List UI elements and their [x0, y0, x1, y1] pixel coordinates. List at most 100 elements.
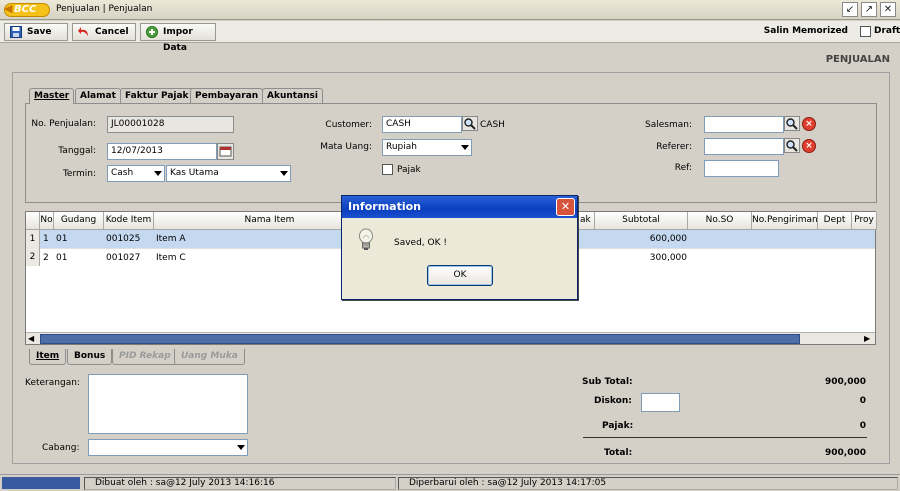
- referer-field[interactable]: [704, 138, 784, 155]
- cell-gudang: 01: [56, 253, 68, 263]
- cell-gudang: 01: [56, 234, 68, 244]
- scrollbar-thumb[interactable]: [40, 334, 800, 344]
- pajak-total-label: Pajak:: [602, 421, 634, 431]
- cell-subtotal: 600,000: [649, 234, 687, 244]
- window-title: Penjualan | Penjualan: [56, 4, 153, 14]
- mata-uang-select[interactable]: Rupiah: [382, 139, 472, 156]
- customer-label: Customer:: [325, 120, 372, 130]
- close-window-icon[interactable]: ✕: [880, 2, 896, 17]
- cabang-label: Cabang:: [42, 443, 80, 453]
- cell-nama-item: Item C: [156, 253, 186, 263]
- cell-nama-item: Item A: [156, 234, 186, 244]
- tab-alamat[interactable]: Alamat: [75, 88, 121, 103]
- logo-text: BCC: [14, 4, 37, 15]
- cell-subtotal: 300,000: [649, 253, 687, 263]
- cancel-label: Cancel: [95, 27, 129, 37]
- scroll-right-icon[interactable]: ▶: [864, 334, 870, 343]
- diskon-label: Diskon:: [594, 396, 632, 406]
- tab-akuntansi[interactable]: Akuntansi: [262, 88, 323, 103]
- diskon-field[interactable]: [641, 393, 680, 412]
- scroll-left-icon[interactable]: ◀: [28, 334, 34, 343]
- col-header-proyek[interactable]: Proy: [852, 212, 877, 230]
- col-header-gudang[interactable]: Gudang: [54, 212, 104, 230]
- subtotal-value: 900,000: [825, 377, 866, 387]
- referer-clear-icon[interactable]: ×: [802, 139, 816, 153]
- tab-pid-rekap: PID Rekap: [112, 349, 178, 365]
- col-header-partial[interactable]: ak: [579, 212, 595, 230]
- salesman-clear-icon[interactable]: ×: [802, 117, 816, 131]
- col-header-no-so[interactable]: No.SO: [688, 212, 752, 230]
- draft-label: Draft: [874, 26, 900, 36]
- calendar-icon[interactable]: [217, 143, 234, 160]
- tab-uang-muka-label: Uang Muka: [181, 351, 238, 361]
- tab-pid-rekap-label: PID Rekap: [119, 351, 171, 361]
- salesman-search-icon[interactable]: [784, 116, 800, 131]
- row-header[interactable]: 2: [26, 248, 40, 266]
- termin-label: Termin:: [62, 169, 96, 179]
- col-header-no-pengiriman[interactable]: No.Pengiriman: [752, 212, 818, 230]
- chevron-down-icon: [154, 171, 162, 176]
- referer-label: Referer:: [656, 142, 692, 152]
- cell-no: 1: [43, 234, 49, 244]
- restore-icon[interactable]: ↙: [842, 2, 858, 17]
- tab-pembayaran-label: Pembayaran: [195, 91, 259, 101]
- termin-select[interactable]: Cash: [107, 165, 165, 182]
- salesman-label: Salesman:: [645, 120, 692, 130]
- save-button[interactable]: Save: [4, 23, 68, 41]
- divider: [583, 437, 867, 438]
- tab-item[interactable]: Item: [29, 349, 67, 365]
- customer-field[interactable]: CASH: [382, 116, 462, 133]
- col-header-kode-item[interactable]: Kode Item: [104, 212, 154, 230]
- tab-master-label: Master: [34, 91, 70, 101]
- undo-icon: [78, 27, 88, 36]
- tab-faktur-pajak[interactable]: Faktur Pajak: [120, 88, 194, 103]
- salesman-field[interactable]: [704, 116, 784, 133]
- row-header[interactable]: 1: [26, 230, 40, 248]
- termin-value: Cash: [111, 168, 134, 178]
- col-header-subtotal[interactable]: Subtotal: [595, 212, 688, 230]
- dialog-close-icon[interactable]: ✕: [556, 198, 575, 216]
- tab-master[interactable]: Master: [29, 88, 75, 104]
- keterangan-textarea[interactable]: [88, 374, 248, 434]
- tanggal-label: Tanggal:: [58, 146, 96, 156]
- mata-uang-value: Rupiah: [386, 142, 417, 152]
- information-dialog: Information ✕ Saved, OK ! OK: [341, 195, 578, 300]
- tab-pembayaran[interactable]: Pembayaran: [190, 88, 264, 103]
- ok-button[interactable]: OK: [427, 265, 493, 286]
- horizontal-scrollbar[interactable]: ◀ ▶: [26, 332, 875, 344]
- tab-faktur-pajak-label: Faktur Pajak: [125, 91, 189, 101]
- referer-search-icon[interactable]: [784, 138, 800, 153]
- draft-checkbox[interactable]: [860, 26, 871, 37]
- maximize-icon[interactable]: ↗: [861, 2, 877, 17]
- tab-bonus[interactable]: Bonus: [67, 349, 113, 365]
- pajak-value: 0: [859, 421, 866, 431]
- salin-memorized-button[interactable]: Salin Memorized: [764, 26, 848, 36]
- cell-kode-item: 001027: [106, 253, 141, 263]
- save-label: Save: [27, 27, 52, 37]
- page-title: PENJUALAN: [825, 54, 890, 65]
- chevron-down-icon: [237, 445, 245, 450]
- tab-uang-muka: Uang Muka: [174, 349, 245, 365]
- customer-name: CASH: [480, 120, 505, 130]
- diskon-value: 0: [859, 396, 866, 406]
- cabang-select[interactable]: [88, 439, 248, 456]
- dialog-message: Saved, OK !: [394, 238, 447, 248]
- ref-field[interactable]: [704, 160, 779, 177]
- ref-label: Ref:: [674, 163, 692, 173]
- import-data-button[interactable]: Impor Data: [140, 23, 216, 53]
- kas-select[interactable]: Kas Utama: [166, 165, 291, 182]
- chevron-down-icon: [461, 145, 469, 150]
- pajak-checkbox[interactable]: [382, 164, 393, 175]
- total-value: 900,000: [825, 448, 866, 458]
- col-header-dept[interactable]: Dept: [818, 212, 852, 230]
- customer-search-icon[interactable]: [462, 116, 478, 131]
- tanggal-field[interactable]: 12/07/2013: [107, 143, 217, 160]
- no-penjualan-label: No. Penjualan:: [31, 119, 96, 129]
- app-logo: ◀ BCC: [4, 3, 50, 17]
- col-header-no[interactable]: No: [40, 212, 54, 230]
- cancel-button[interactable]: Cancel: [72, 23, 136, 41]
- mata-uang-label: Mata Uang:: [320, 142, 372, 152]
- pajak-checkbox-label: Pajak: [397, 165, 421, 175]
- no-penjualan-field[interactable]: JL00001028: [107, 116, 234, 133]
- dialog-title: Information: [342, 196, 577, 218]
